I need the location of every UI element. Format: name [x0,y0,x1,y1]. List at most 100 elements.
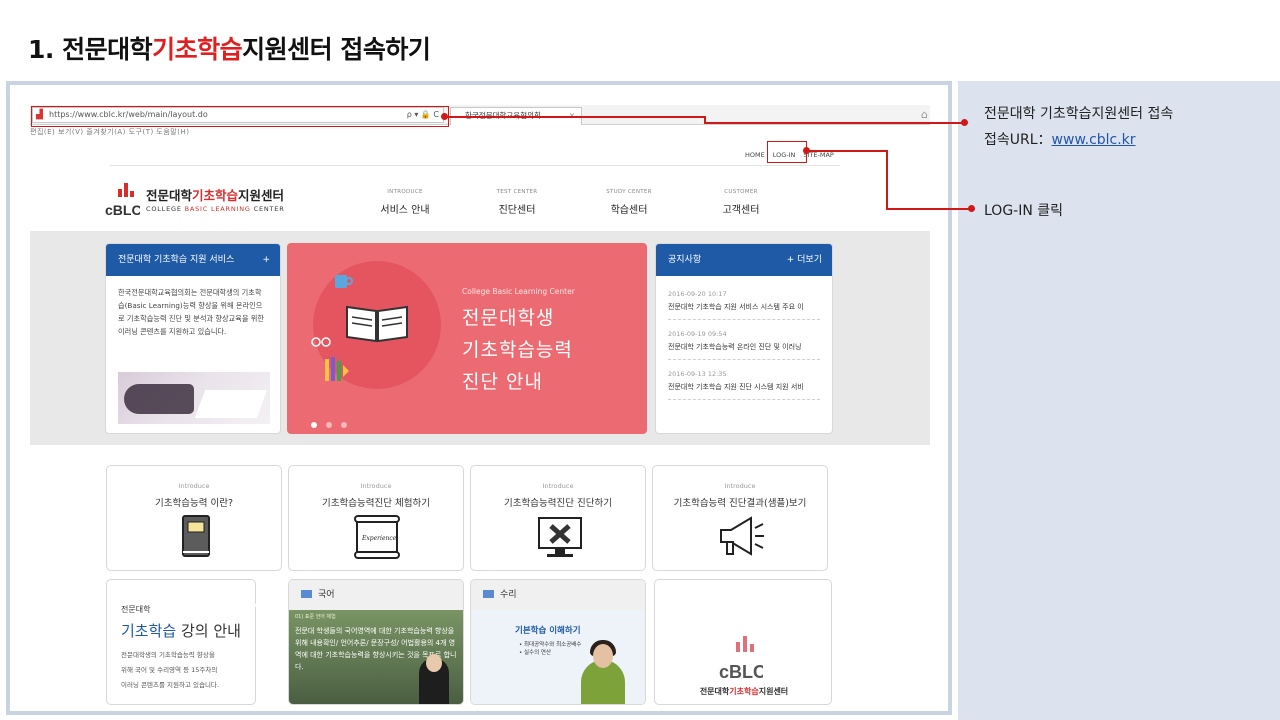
service-card-title: 전문대학 기초학습 지원 서비스 [118,255,235,265]
notice-item[interactable]: 2016-09-19 09:54 전문대학 기초학습능력 온라인 진단 및 이러… [656,330,832,360]
nav-study-center[interactable]: STUDY CENTER 학습센터 [584,189,674,216]
center-logo-card: cBLC 전문대학기초학습지원센터 [654,579,832,705]
service-card-text: 한국전문대학교육협의회는 전문대학생의 기초학습(Basic Learning)… [118,288,264,336]
center-logo-text: 전문대학기초학습지원센터 [699,687,789,696]
intro-card-title: 기초학습능력진단 진단하기 [504,498,612,509]
notice-more-link[interactable]: + 더보기 [787,244,822,276]
notice-card: 공지사항 + 더보기 2016-09-20 10:17 전문대학 기초학습 지원… [655,243,833,434]
cblc-logo-icon: cBLC [719,636,763,682]
video-icon [301,590,312,598]
notice-date: 2016-09-13 12:35 [668,370,727,378]
connector-dot [961,119,968,126]
cup-icon [335,275,353,288]
book-icon [182,515,210,557]
intro-card-title: 기초학습능력진단 체험하기 [322,498,430,509]
annotation-panel [958,81,1280,720]
nav-study-center-en: STUDY CENTER [606,189,652,195]
nav-introduce-ko: 서비스 안내 [380,205,430,216]
megaphone-icon [720,516,764,556]
korean-video-tag: 01) 표준 언어 체험 [295,614,336,620]
open-book-icon [346,305,408,343]
connector-dot [968,205,975,212]
slide-title-highlight: 기초학습 [152,35,243,64]
student-writing-image [118,372,270,424]
connector-login-a [806,150,888,152]
intro-card-experience[interactable]: Introduce 기초학습능력진단 체험하기 Experience [288,465,464,571]
annotation-url-link[interactable]: www.cblc.kr [1052,132,1136,148]
connector-dot [803,147,810,154]
home-icon[interactable]: ⌂ [921,108,928,121]
nav-test-center[interactable]: TEST CENTER 진단센터 [472,189,562,216]
intro-card-result[interactable]: Introduce 기초학습능력 진단결과(샘플)보기 [652,465,828,571]
url-highlight-box [31,106,449,127]
math-course-title: 수리 [500,590,517,600]
connector-dot [441,113,448,120]
notice-item-title[interactable]: 전문대학 기초학습 지원 진단 시스템 지원 서비 [668,382,820,400]
hero-line-3: 진단 안내 [462,371,543,393]
site-logo[interactable]: cBLC 전문대학기초학습지원센터 COLLEGE BASIC LEARNING… [104,181,304,221]
connector-login-b [886,150,888,209]
login-highlight-box [767,141,807,163]
hero-subtitle: College Basic Learning Center [462,287,575,296]
math-video-bullet: • 실수의 연산 [519,650,552,656]
notice-item-title[interactable]: 전문대학 기초학습 지원 서비스 시스템 주요 이 [668,302,820,320]
intro-card-en: Introduce [360,482,392,490]
browser-menu-bar[interactable]: 편집(E) 보기(V) 즐겨찾기(A) 도구(T) 도움말(H) [30,127,189,137]
math-course-header: 수리 [471,580,645,610]
math-course-card[interactable]: 수리 기본학습 이해하기 • 최대공약수와 최소공배수 • 실수의 연산 [470,579,646,705]
intro-card-title: 기초학습능력 이란? [155,498,233,509]
lecture-description: 전문대학생의 기초학습능력 향상을 위해 국어 및 수리영역 등 15주차의 이… [121,651,219,689]
nav-introduce[interactable]: INTRODUCE 서비스 안내 [360,189,450,216]
lecturer-face [426,654,442,672]
plus-icon[interactable]: + [262,244,270,276]
lecturer-face [593,644,613,668]
connector-login-c [886,208,972,210]
slide-title: 1. 전문대학기초학습지원센터 접속하기 [28,30,431,66]
notice-item[interactable]: 2016-09-20 10:17 전문대학 기초학습 지원 서비스 시스템 주요… [656,290,832,320]
slide-title-suffix: 지원센터 접속하기 [242,35,431,64]
intro-card-en: Introduce [542,482,574,490]
service-card-header[interactable]: 전문대학 기초학습 지원 서비스 + [106,244,280,276]
hero-pager[interactable] [311,413,356,432]
logo-korean: 전문대학기초학습지원센터 [146,188,285,203]
hero-banner[interactable]: College Basic Learning Center 전문대학생 기초학습… [287,243,647,434]
svg-text:cBLC: cBLC [719,662,763,682]
experience-scroll-icon: Experience [354,515,400,559]
lecture-guide-card[interactable]: 전문대학 기초학습 강의 안내 전문대학생의 기초학습능력 향상을 위해 국어 … [106,579,256,705]
korean-video-thumbnail[interactable]: 01) 표준 언어 체험 전문대 학생들의 국어영역에 대한 기초학습능력 향상… [289,610,463,704]
korean-course-card[interactable]: 국어 01) 표준 언어 체험 전문대 학생들의 국어영역에 대한 기초학습능력… [288,579,464,705]
util-home-link[interactable]: HOME [745,151,765,159]
slide-title-prefix: 1. 전문대학 [28,35,153,64]
lecture-heading: 기초학습 강의 안내 [121,622,241,640]
arrow-right-icon: ➔ [248,593,267,618]
nav-test-center-ko: 진단센터 [498,205,536,216]
nav-introduce-en: INTRODUCE [387,189,423,195]
notice-item[interactable]: 2016-09-13 12:35 전문대학 기초학습 지원 진단 시스템 지원 … [656,370,832,400]
intro-card-title: 기초학습능력 진단결과(샘플)보기 [673,498,807,509]
cblc-logo-icon: cBLC [105,183,140,218]
notice-item-title[interactable]: 전문대학 기초학습능력 온라인 진단 및 이러닝 [668,342,820,360]
math-video-bullet: • 최대공약수와 최소공배수 [519,642,582,648]
connector-url-a [444,116,706,118]
hero-line-1: 전문대학생 [462,307,555,329]
annotation-url: 접속URL：www.cblc.kr [984,129,1136,149]
glasses-icon [311,337,331,347]
svg-text:cBLC: cBLC [105,202,140,218]
intro-card-diagnose[interactable]: Introduce 기초학습능력진단 진단하기 [470,465,646,571]
nav-study-center-ko: 학습센터 [610,205,648,216]
nav-customer-ko: 고객센터 [722,205,760,216]
nav-customer-en: CUSTOMER [724,189,758,195]
nav-customer[interactable]: CUSTOMER 고객센터 [696,189,786,216]
intro-card-en: Introduce [178,482,210,490]
intro-card-en: Introduce [724,482,756,490]
korean-course-title: 국어 [318,590,335,600]
math-video-thumbnail[interactable]: 기본학습 이해하기 • 최대공약수와 최소공배수 • 실수의 연산 [471,610,645,704]
annotation-login: LOG-IN 클릭 [984,203,1064,219]
intro-card-what-is[interactable]: Introduce 기초학습능력 이란? [106,465,282,571]
pencils-icon [325,357,349,381]
header-divider [110,165,840,166]
annotation-connect: 전문대학 기초학습지원센터 접속 [984,106,1174,122]
video-icon [483,590,494,598]
notice-date: 2016-09-20 10:17 [668,290,727,298]
annotation-url-label: 접속URL： [984,132,1052,148]
